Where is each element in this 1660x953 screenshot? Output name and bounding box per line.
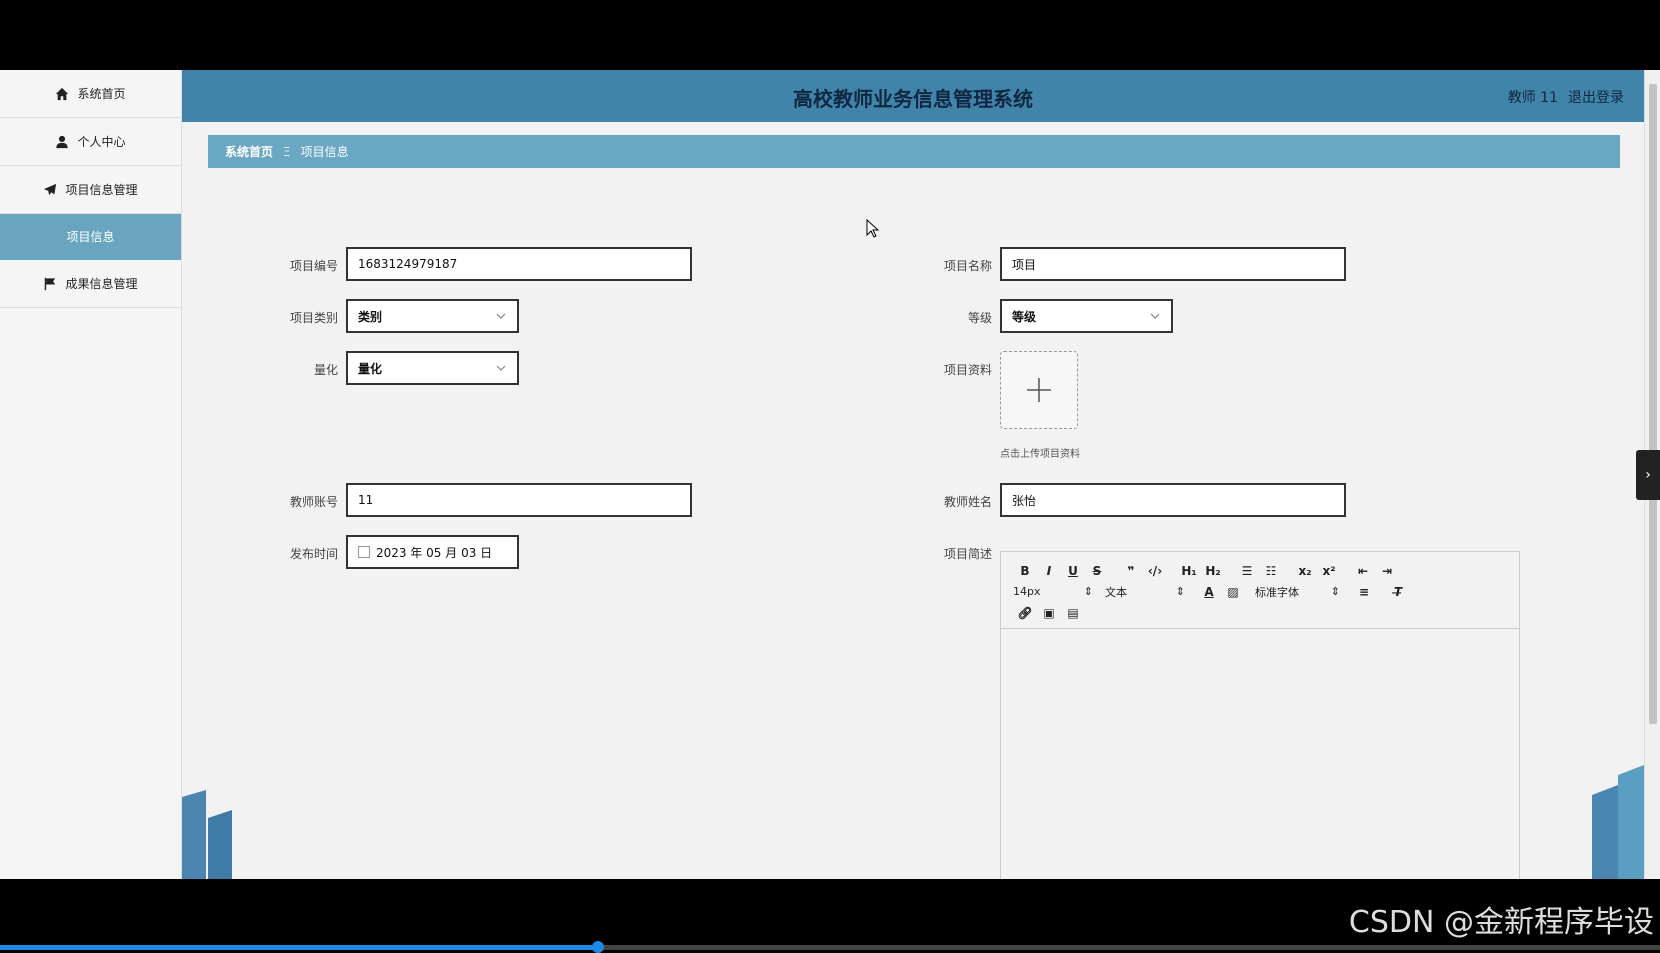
decoration-left: [182, 790, 232, 879]
upload-button[interactable]: [1000, 351, 1078, 429]
video-progress-bar[interactable]: [0, 941, 1660, 953]
chevron-down-icon: [1150, 313, 1160, 319]
video-progress-knob[interactable]: [591, 941, 604, 953]
logout-link[interactable]: 退出登录: [1568, 87, 1624, 107]
sidebar-item-label: 项目信息管理: [65, 183, 138, 197]
sidebar-item-project-management[interactable]: 项目信息管理: [0, 166, 181, 214]
home-icon: [55, 87, 69, 101]
font-family-value: 标准字体: [1255, 585, 1299, 599]
teacher-name-input[interactable]: 张怡: [1000, 483, 1346, 517]
background-color-button[interactable]: ▨: [1221, 585, 1245, 599]
subscript-button[interactable]: x₂: [1293, 564, 1317, 578]
publish-time-input[interactable]: 2023 年 05 月 03 日: [346, 535, 519, 569]
page-title: 高校教师业务信息管理系统: [793, 87, 1033, 111]
editor-toolbar: B I U S ❞ ‹/› H₁ H₂ ☰ ☷ x₂ x² ⇤ ⇥ 14px ⇕…: [1001, 552, 1519, 629]
project-no-label: 项目编号: [289, 259, 338, 273]
align-button[interactable]: ≡: [1352, 585, 1376, 599]
editor-content-area[interactable]: [1001, 629, 1519, 879]
breadcrumb: 系统首页 Ξ 项目信息: [208, 135, 1620, 168]
publish-time-value: 2023 年 05 月 03 日: [376, 545, 493, 560]
updown-icon: ⇕: [1175, 585, 1185, 598]
paper-plane-icon: [43, 183, 57, 197]
paragraph-value: 文本: [1105, 585, 1127, 599]
strike-button[interactable]: S: [1085, 564, 1109, 578]
quant-value: 量化: [358, 361, 383, 376]
outdent-button[interactable]: ⇤: [1351, 564, 1375, 578]
superscript-button[interactable]: x²: [1317, 564, 1341, 578]
underline-button[interactable]: U: [1061, 564, 1085, 578]
quote-button[interactable]: ❞: [1119, 564, 1143, 578]
plus-icon: [1027, 378, 1051, 402]
user-icon: [55, 135, 69, 149]
chevron-down-icon: [496, 365, 506, 371]
quant-label: 量化: [313, 363, 338, 377]
project-name-input[interactable]: 项目: [1000, 247, 1346, 281]
scroll-thumb[interactable]: [1649, 84, 1657, 724]
ordered-list-button[interactable]: ☰: [1235, 564, 1259, 578]
level-select[interactable]: 等级: [1000, 299, 1173, 333]
sidebar-item-home[interactable]: 系统首页: [0, 70, 181, 118]
sidebar-item-achievement-management[interactable]: 成果信息管理: [0, 260, 181, 308]
project-no-input[interactable]: 1683124979187: [346, 247, 692, 281]
heading2-button[interactable]: H₂: [1201, 564, 1225, 578]
upload-hint: 点击上传项目资料: [1000, 449, 1080, 460]
teacher-name-label: 教师姓名: [943, 495, 992, 509]
paragraph-select[interactable]: 文本 ⇕: [1105, 584, 1185, 600]
app-window: 系统首页 个人中心 项目信息管理 项目信息 成果信息管理 高校教师业务信息管理系…: [0, 70, 1660, 879]
user-area: 教师 11 退出登录: [1508, 87, 1624, 107]
updown-icon: ⇕: [1330, 585, 1340, 598]
font-size-select[interactable]: 14px ⇕: [1013, 585, 1093, 598]
material-label: 项目资料: [943, 363, 992, 377]
watermark: CSDN @金新程序毕设: [1348, 905, 1654, 940]
updown-icon: ⇕: [1083, 585, 1093, 598]
sidebar-item-label: 项目信息: [66, 230, 115, 244]
image-icon[interactable]: ▣: [1037, 606, 1061, 620]
indent-button[interactable]: ⇥: [1375, 564, 1399, 578]
italic-button[interactable]: I: [1037, 564, 1061, 578]
code-button[interactable]: ‹/›: [1143, 564, 1167, 578]
sidebar-item-label: 个人中心: [77, 135, 126, 149]
current-user: 教师 11: [1507, 90, 1558, 106]
sidebar-item-label: 成果信息管理: [65, 277, 138, 291]
sidebar-item-profile[interactable]: 个人中心: [0, 118, 181, 166]
chevron-right-icon: ›: [1645, 467, 1651, 483]
bullet-list-button[interactable]: ☷: [1259, 564, 1283, 578]
category-label: 项目类别: [289, 311, 338, 325]
level-value: 等级: [1012, 309, 1037, 324]
font-color-button[interactable]: A: [1197, 585, 1221, 599]
project-name-label: 项目名称: [943, 259, 992, 273]
expand-panel-button[interactable]: ›: [1636, 450, 1660, 500]
heading1-button[interactable]: H₁: [1177, 564, 1201, 578]
teacher-account-label: 教师账号: [289, 495, 338, 509]
font-family-select[interactable]: 标准字体 ⇕: [1255, 584, 1340, 600]
breadcrumb-home[interactable]: 系统首页: [225, 143, 273, 160]
breadcrumb-current: 项目信息: [300, 145, 349, 159]
font-size-value: 14px: [1013, 585, 1041, 598]
bold-button[interactable]: B: [1013, 564, 1037, 578]
teacher-account-input[interactable]: 11: [346, 483, 692, 517]
clear-format-button[interactable]: T̶: [1386, 585, 1410, 599]
sidebar: 系统首页 个人中心 项目信息管理 项目信息 成果信息管理: [0, 70, 182, 879]
chevron-down-icon: [496, 313, 506, 319]
video-progress-fill: [0, 945, 598, 950]
video-icon[interactable]: ▤: [1061, 606, 1085, 620]
mouse-cursor-icon: [866, 219, 880, 238]
quant-select[interactable]: 量化: [346, 351, 519, 385]
breadcrumb-separator: Ξ: [283, 144, 291, 159]
sidebar-item-label: 系统首页: [77, 87, 126, 101]
intro-label: 项目简述: [943, 547, 992, 561]
top-header: 高校教师业务信息管理系统 教师 11 退出登录: [182, 70, 1644, 122]
sidebar-item-project-info[interactable]: 项目信息: [0, 214, 181, 260]
calendar-icon: [358, 546, 370, 558]
decoration-right: [1592, 765, 1644, 879]
publish-time-label: 发布时间: [289, 547, 338, 561]
flag-icon: [43, 277, 57, 291]
link-icon[interactable]: 🔗︎: [1013, 606, 1037, 620]
category-value: 类别: [358, 309, 383, 324]
rich-text-editor: B I U S ❞ ‹/› H₁ H₂ ☰ ☷ x₂ x² ⇤ ⇥ 14px ⇕…: [1000, 551, 1520, 879]
level-label: 等级: [967, 311, 992, 325]
category-select[interactable]: 类别: [346, 299, 519, 333]
